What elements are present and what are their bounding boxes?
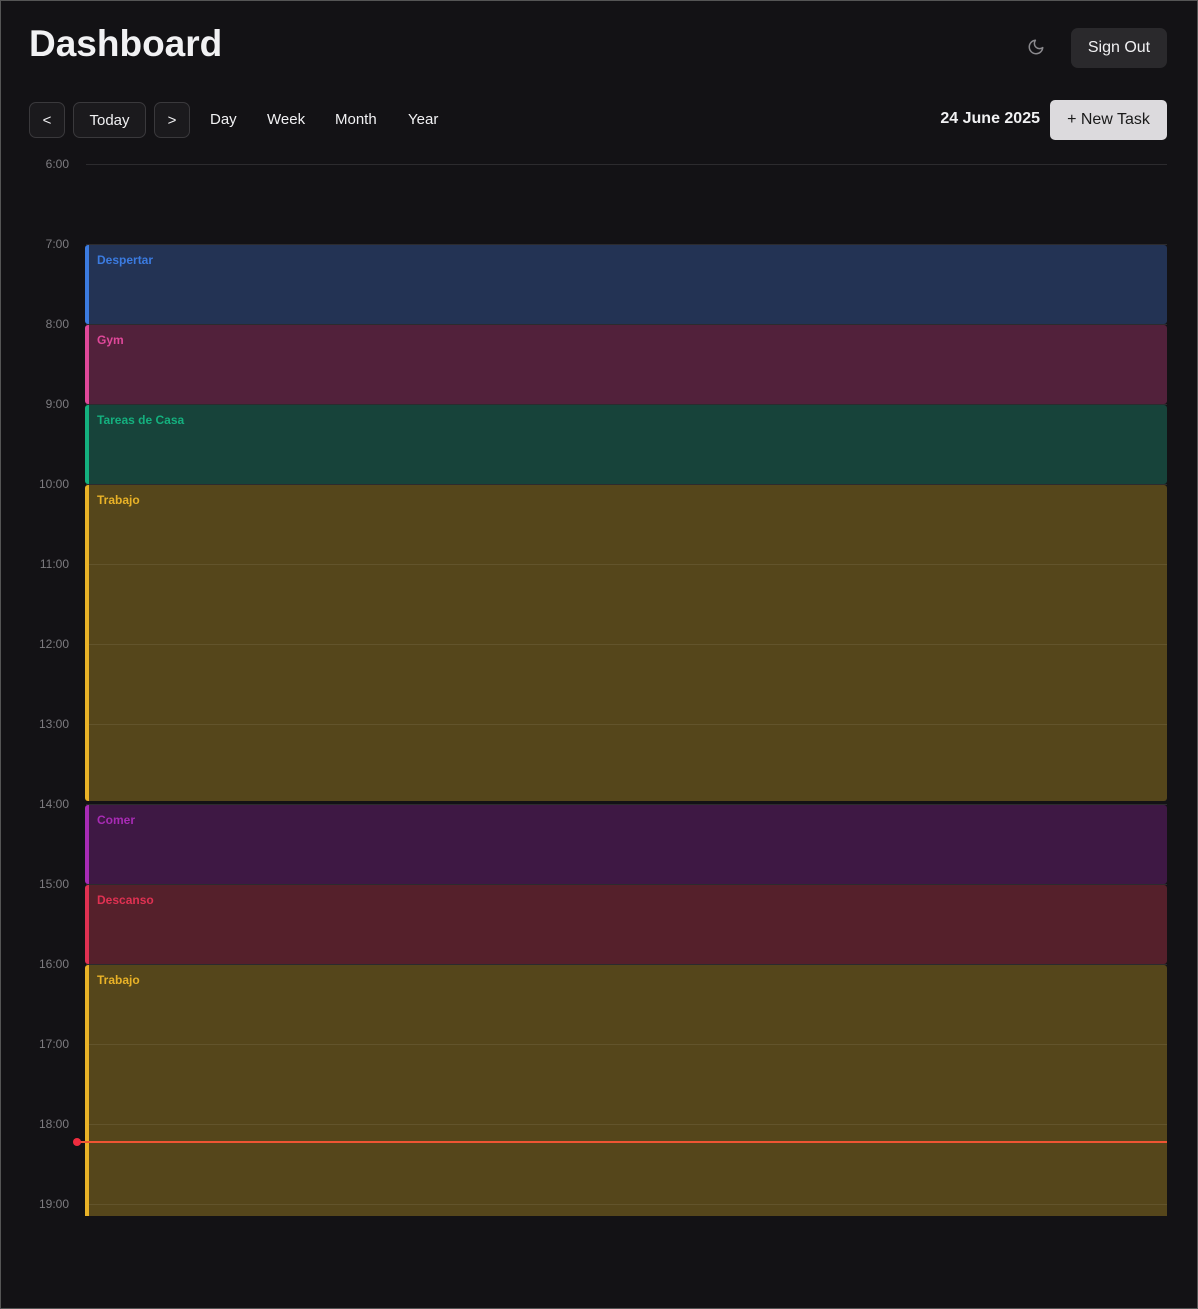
hour-label: 10:00	[38, 477, 69, 491]
event-title: Gym	[97, 333, 124, 347]
hour-line	[89, 1204, 1167, 1205]
event-block[interactable]: Gym	[85, 325, 1167, 404]
moon-icon[interactable]	[1027, 38, 1045, 56]
hour-label: 8:00	[45, 317, 69, 331]
event-title: Tareas de Casa	[97, 413, 185, 427]
hour-label: 12:00	[38, 637, 69, 651]
event-title: Trabajo	[97, 973, 140, 987]
current-time-dot	[73, 1138, 81, 1147]
prev-button[interactable]: <	[29, 102, 65, 138]
hour-label: 14:00	[38, 797, 69, 811]
hour-label: 15:00	[38, 877, 69, 891]
today-button[interactable]: Today	[73, 102, 146, 138]
day-timeline[interactable]: Despertar Gym Tareas de Casa Trabajo Comer De…	[1, 156, 1197, 1216]
event-title: Despertar	[97, 253, 154, 267]
current-time-line	[77, 1141, 1167, 1144]
event-title: Trabajo	[97, 493, 140, 507]
page-title: Dashboard	[29, 23, 223, 64]
hour-line	[89, 724, 1167, 725]
view-year[interactable]: Year	[408, 111, 438, 128]
next-button[interactable]: >	[154, 102, 190, 138]
hour-label: 19:00	[38, 1197, 69, 1211]
hour-label: 13:00	[38, 717, 69, 731]
hour-line	[89, 644, 1167, 645]
event-block[interactable]: Trabajo	[85, 485, 1167, 801]
hour-label: 17:00	[38, 1037, 69, 1051]
view-month[interactable]: Month	[335, 111, 377, 128]
hour-line	[89, 564, 1167, 565]
event-block[interactable]: Tareas de Casa	[85, 405, 1167, 484]
hour-label: 11:00	[39, 557, 69, 571]
hour-label: 16:00	[38, 957, 69, 971]
hour-label: 9:00	[45, 397, 69, 411]
event-block[interactable]: Comer	[85, 805, 1167, 884]
hour-label: 18:00	[38, 1117, 69, 1131]
view-week[interactable]: Week	[267, 111, 305, 128]
hour-line	[89, 1044, 1167, 1045]
hour-label: 6:00	[45, 157, 69, 171]
hour-line	[86, 164, 1167, 165]
event-title: Comer	[97, 813, 136, 827]
sign-out-button[interactable]: Sign Out	[1071, 28, 1167, 68]
event-block[interactable]: Trabajo	[85, 965, 1167, 1216]
event-title: Descanso	[97, 893, 154, 907]
current-date: 24 June 2025	[940, 110, 1040, 127]
new-task-button[interactable]: + New Task	[1050, 100, 1167, 140]
hour-label: 7:00	[45, 237, 69, 251]
event-block[interactable]: Descanso	[85, 885, 1167, 964]
hour-line	[89, 1124, 1167, 1125]
event-block[interactable]: Despertar	[85, 245, 1167, 324]
view-day[interactable]: Day	[210, 111, 237, 128]
